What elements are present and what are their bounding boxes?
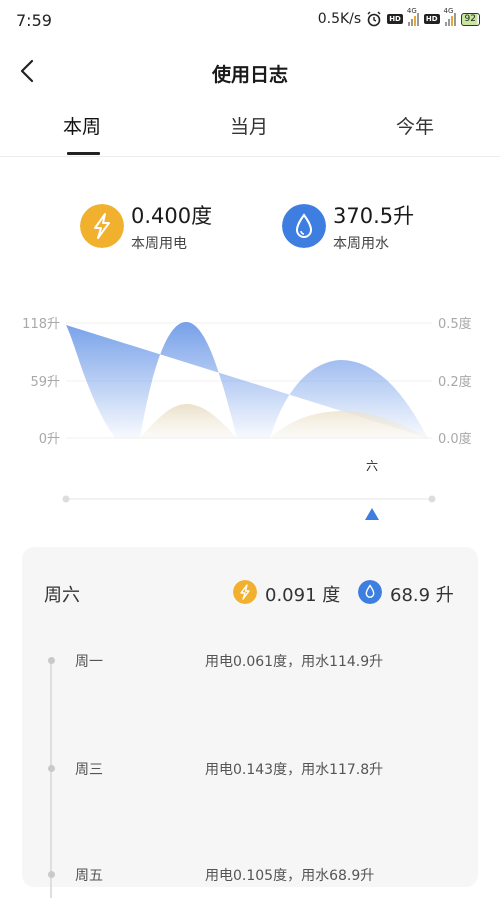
left-axis-tick-bottom: 0升 [39,432,60,447]
hd-badge-2: HD [423,14,440,24]
timeline-day: 周一 [75,654,103,670]
weekly-electricity-value: 0.400度 [131,204,213,228]
timeline-day: 周三 [75,762,103,778]
timeline-entry: 周一 用电0.061度，用水114.9升 [22,651,478,673]
status-time: 7:59 [16,11,52,30]
right-axis-tick-mid: 0.2度 [438,374,472,390]
signal-icon-2: 4G [444,7,456,26]
scrubber-end-dot [428,495,436,503]
daily-detail-card: 周六 0.091 度 68.9 升 周一 用电0.061度，用水114.9升 周… [22,547,478,898]
weekly-water-summary: 370.5升 本周用水 [282,204,462,252]
network-type-2: 4G [443,7,454,15]
active-tab-indicator [67,152,100,155]
left-axis-tick-top: 118升 [22,317,60,332]
selected-day-label: 六 [366,459,378,473]
network-type-1: 4G [406,7,417,15]
timeline-entry: 周三 用电0.143度，用水117.8升 [22,759,478,781]
lightning-icon [80,204,124,248]
scrubber-start-dot [62,495,70,503]
tab-year[interactable]: 今年 [396,112,434,139]
right-axis-tick-top: 0.5度 [438,316,472,332]
page-title: 使用日志 [211,64,288,86]
weekly-electricity-label: 本周用电 [131,236,187,252]
weekly-water-label: 本周用水 [333,236,389,252]
water-drop-icon-small [358,580,382,604]
water-drop-icon [282,204,326,248]
lightning-icon-small [233,580,257,604]
right-axis-tick-bottom: 0.0度 [438,431,472,447]
weekly-water-value: 370.5升 [333,204,415,228]
left-axis-tick-mid: 59升 [30,375,60,390]
hd-badge-1: HD [387,14,403,24]
status-icons: 0.5K/s HD 4G HD 4G 92 [317,7,480,27]
battery-icon: 92 [460,12,480,26]
period-tabs: 本周 当月 今年 [0,112,500,157]
alarm-icon [367,11,381,27]
timeline-dot [48,657,55,664]
signal-icon-1: 4G [407,7,419,26]
network-speed: 0.5K/s [317,11,362,27]
selected-day: 周六 [44,585,80,606]
nav-bar: 使用日志 [0,50,500,96]
usage-chart[interactable]: 118升 59升 0升 0.5度 0.2度 0.0度 六 [0,300,500,530]
timeline-detail: 用电0.143度，用水117.8升 [205,762,384,778]
status-bar: 7:59 0.5K/s HD 4G HD 4G 92 [0,0,500,42]
timeline-detail: 用电0.105度，用水68.9升 [205,868,375,884]
selected-day-electricity: 0.091 度 [265,585,341,606]
weekly-electricity-summary: 0.400度 本周用电 [80,204,260,252]
timeline-detail: 用电0.061度，用水114.9升 [205,654,384,670]
timeline-dot [48,765,55,772]
tab-month[interactable]: 当月 [230,112,268,139]
timeline-entry: 周五 用电0.105度，用水68.9升 [22,865,478,887]
selection-triangle-icon [365,508,379,520]
timeline-day: 周五 [75,868,103,884]
selected-day-water: 68.9 升 [390,585,454,606]
tab-week[interactable]: 本周 [63,112,101,139]
